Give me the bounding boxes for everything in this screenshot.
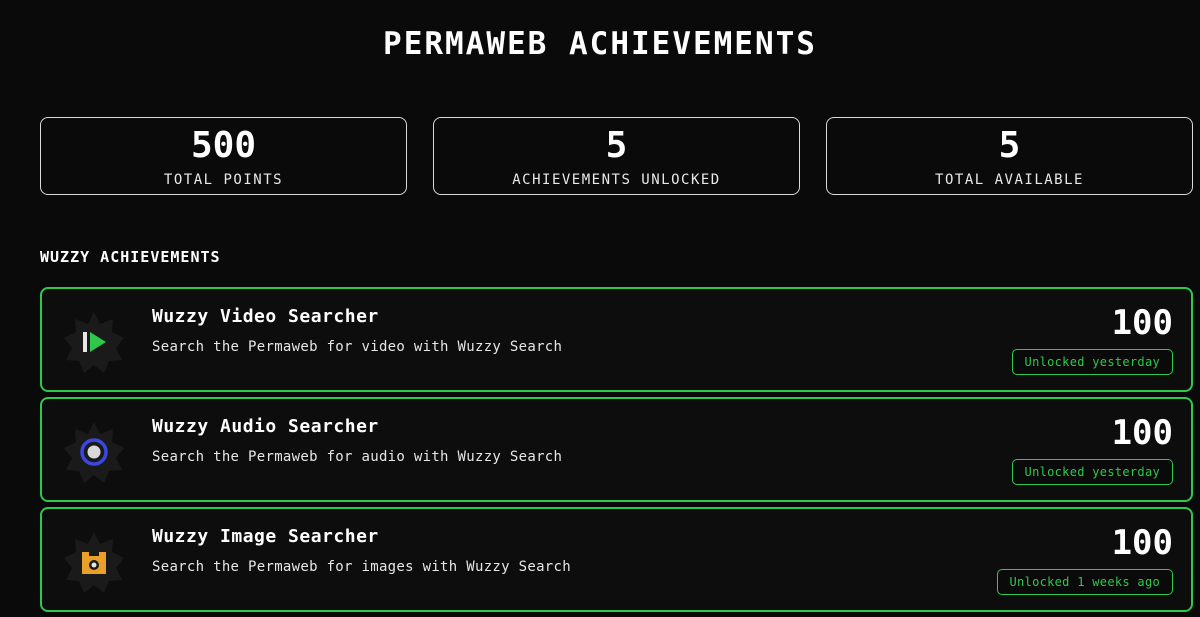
achievement-name: Wuzzy Audio Searcher [152,416,379,437]
stat-achievements-unlocked: 5 ACHIEVEMENTS UNLOCKED [433,117,800,195]
audio-record-icon [62,420,126,484]
stat-total-points: 500 TOTAL POINTS [40,117,407,195]
achievement-card-image[interactable]: Wuzzy Image Searcher Search the Permaweb… [40,507,1193,612]
stat-value: 500 [190,125,257,166]
achievement-points: 100 [1111,303,1173,343]
stat-label: TOTAL AVAILABLE [935,172,1084,188]
stat-label: ACHIEVEMENTS UNLOCKED [512,172,721,188]
achievement-description: Search the Permaweb for video with Wuzzy… [152,339,563,355]
page-title: PERMAWEB ACHIEVEMENTS [383,26,817,62]
image-camera-icon [62,530,126,594]
achievement-name: Wuzzy Image Searcher [152,526,379,547]
achievement-points: 100 [1111,523,1173,563]
achievement-card-audio[interactable]: Wuzzy Audio Searcher Search the Permaweb… [40,397,1193,502]
stat-total-available: 5 TOTAL AVAILABLE [826,117,1193,195]
achievement-description: Search the Permaweb for audio with Wuzzy… [152,449,563,465]
achievements-page: PERMAWEB ACHIEVEMENTS 500 TOTAL POINTS 5… [0,0,1200,617]
stat-label: TOTAL POINTS [163,172,284,188]
achievement-description: Search the Permaweb for images with Wuzz… [152,559,571,575]
stat-value: 5 [998,125,1021,166]
achievement-card-video[interactable]: Wuzzy Video Searcher Search the Permaweb… [40,287,1193,392]
video-play-icon [62,310,126,374]
unlocked-status-badge: Unlocked 1 weeks ago [996,569,1173,595]
achievement-list: Wuzzy Video Searcher Search the Permaweb… [40,287,1193,617]
stat-value: 5 [605,125,628,166]
unlocked-status-badge: Unlocked yesterday [1011,459,1173,485]
section-title: WUZZY ACHIEVEMENTS [40,248,221,266]
unlocked-status-badge: Unlocked yesterday [1011,349,1173,375]
achievement-name: Wuzzy Video Searcher [152,306,379,327]
achievement-points: 100 [1111,413,1173,453]
stats-row: 500 TOTAL POINTS 5 ACHIEVEMENTS UNLOCKED… [40,117,1193,195]
